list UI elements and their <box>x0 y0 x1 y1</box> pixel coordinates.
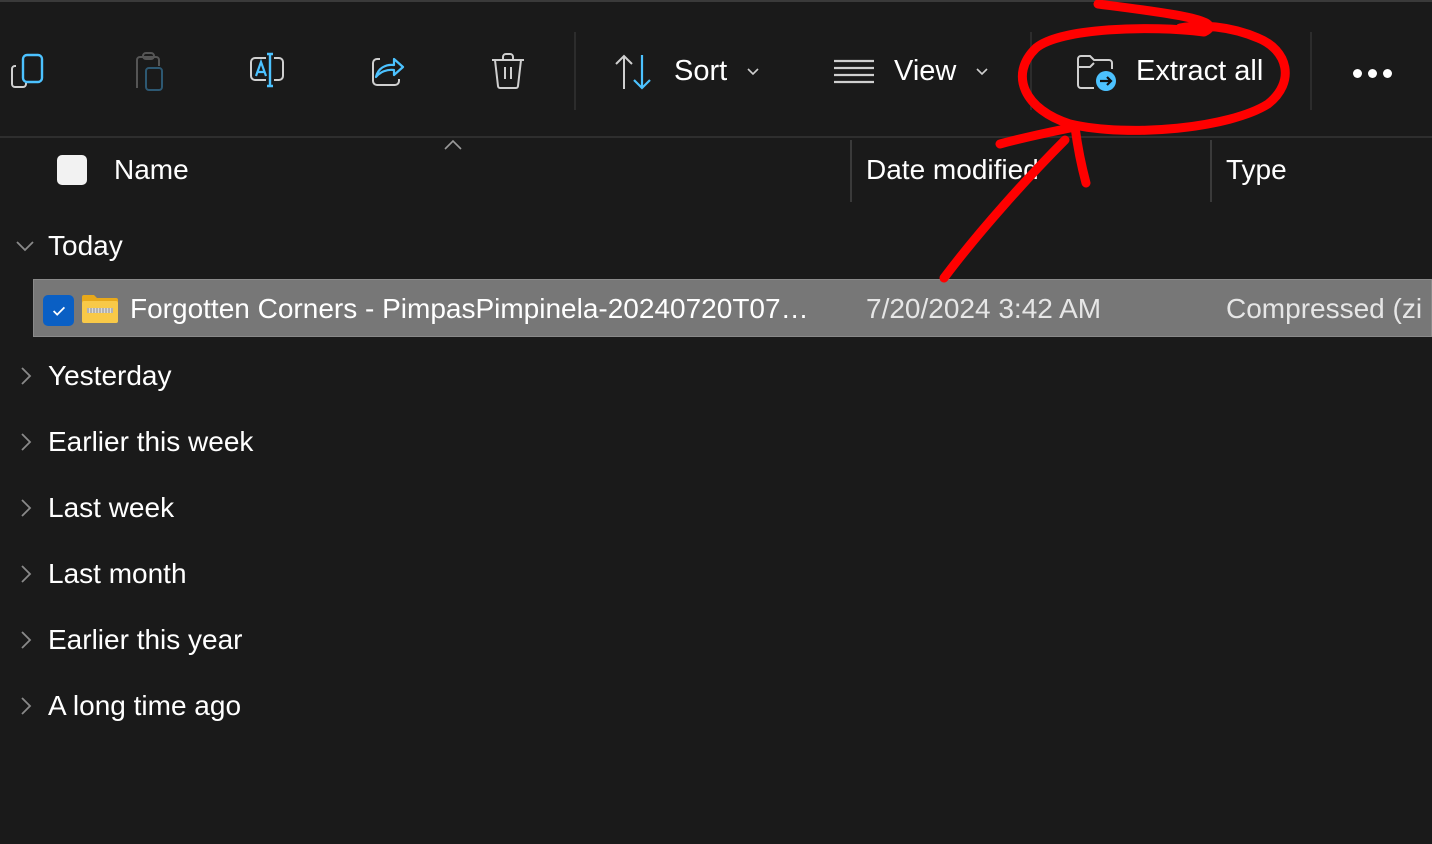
delete-icon <box>492 53 524 89</box>
chevron-right-icon <box>21 367 32 385</box>
group-a-long-time-ago[interactable]: A long time ago <box>0 681 700 731</box>
chevron-right-icon <box>21 499 32 517</box>
column-date-modified[interactable]: Date modified <box>866 154 1039 186</box>
sort-icon <box>615 54 651 90</box>
group-label: Last month <box>48 558 187 589</box>
column-name[interactable]: Name <box>114 154 189 186</box>
ellipsis-icon-dot <box>1367 68 1377 78</box>
group-last-month[interactable]: Last month <box>0 549 700 599</box>
toolbar-separator <box>1310 32 1312 110</box>
paste-icon <box>136 52 163 91</box>
copy-icon <box>11 53 44 88</box>
sort-ascending-caret-icon <box>444 139 462 150</box>
more-options-button[interactable] <box>1346 58 1398 88</box>
extract-all-button[interactable]: Extract all <box>1074 42 1263 100</box>
zip-folder-icon <box>82 295 118 323</box>
group-label: Today <box>48 230 123 261</box>
group-earlier-this-year[interactable]: Earlier this year <box>0 615 700 665</box>
group-label: Last week <box>48 492 175 523</box>
checkmark-icon <box>52 306 65 316</box>
share-icon <box>372 57 405 86</box>
extract-folder-icon <box>1077 55 1116 91</box>
delete-button[interactable] <box>486 48 530 92</box>
chevron-down-icon <box>976 68 988 76</box>
column-header: Name Date modified Type <box>0 138 1432 204</box>
group-earlier-this-week[interactable]: Earlier this week <box>0 417 700 467</box>
file-date-modified: 7/20/2024 3:42 AM <box>866 293 1102 324</box>
chevron-right-icon <box>21 631 32 649</box>
ellipsis-icon-dot <box>1352 68 1362 78</box>
row-checkbox[interactable] <box>43 295 74 326</box>
chevron-right-icon <box>21 565 32 583</box>
column-divider[interactable] <box>1210 140 1212 202</box>
group-label: Yesterday <box>48 360 172 391</box>
group-label: A long time ago <box>48 690 242 721</box>
list-view-icon <box>834 59 874 84</box>
file-name: Forgotten Corners - PimpasPimpinela-2024… <box>130 293 809 324</box>
group-last-week[interactable]: Last week <box>0 483 700 533</box>
toolbar-separator <box>1030 32 1032 110</box>
column-divider[interactable] <box>850 140 852 202</box>
toolbar-separator <box>574 32 576 110</box>
chevron-right-icon <box>21 433 32 451</box>
group-label: Earlier this week <box>48 426 254 457</box>
share-button[interactable] <box>366 48 410 92</box>
view-label: View <box>894 54 957 87</box>
command-bar: Sort View Extract all <box>0 2 1432 138</box>
chevron-down-icon <box>16 241 34 252</box>
select-all-checkbox[interactable] <box>57 155 87 185</box>
rename-icon <box>250 52 284 88</box>
ellipsis-icon-dot <box>1382 68 1392 78</box>
chevron-down-icon <box>747 68 759 76</box>
group-yesterday[interactable]: Yesterday <box>0 351 700 401</box>
group-today[interactable]: Today <box>0 221 700 271</box>
column-type[interactable]: Type <box>1226 154 1287 186</box>
sort-label: Sort <box>674 54 728 87</box>
file-type: Compressed (zi <box>1226 293 1423 324</box>
rename-button[interactable] <box>246 48 290 92</box>
view-button[interactable]: View <box>832 42 990 100</box>
extract-all-label: Extract all <box>1136 54 1264 87</box>
group-label: Earlier this year <box>48 624 243 655</box>
file-row[interactable]: Forgotten Corners - PimpasPimpinela-2024… <box>33 279 1432 337</box>
copy-button[interactable] <box>6 48 50 92</box>
chevron-right-icon <box>21 697 32 715</box>
sort-button[interactable]: Sort <box>612 42 761 100</box>
paste-button[interactable] <box>126 48 170 92</box>
